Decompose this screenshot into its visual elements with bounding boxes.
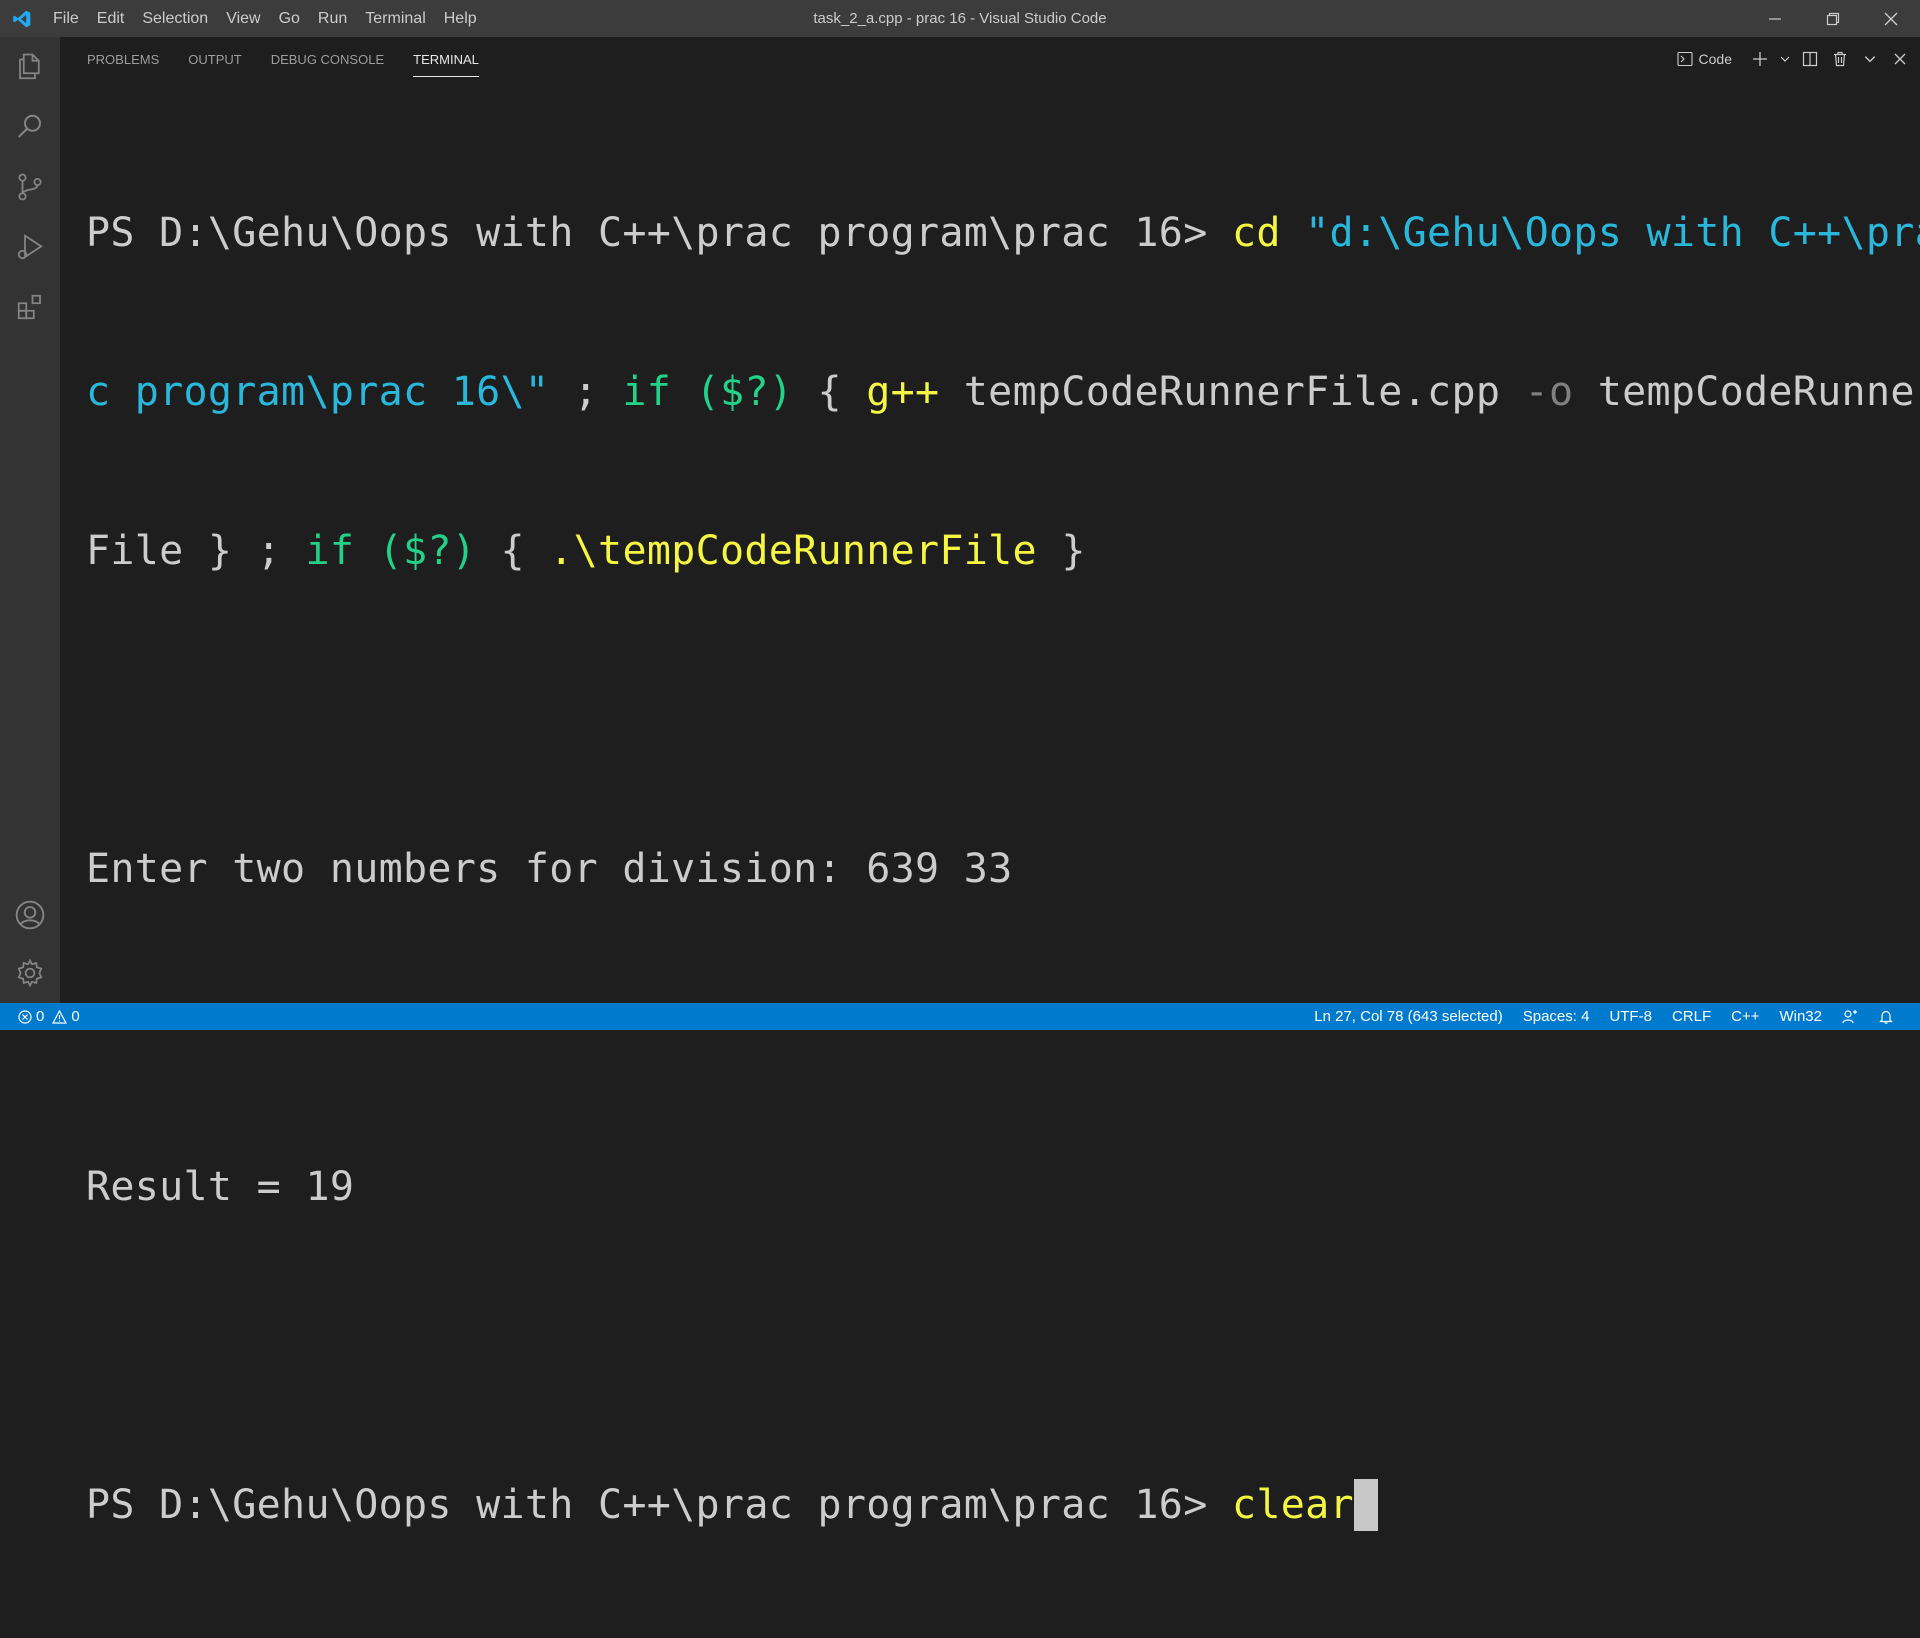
accounts-icon[interactable] <box>0 885 60 945</box>
brace-text: } <box>1036 528 1086 574</box>
terminal-line: PS D:\Gehu\Oops with C++\prac program\pr… <box>86 207 1920 260</box>
tab-debug-console[interactable]: DEBUG CONSOLE <box>271 37 384 81</box>
search-icon[interactable] <box>0 97 60 157</box>
if-keyword: if <box>622 369 672 415</box>
minimize-button[interactable] <box>1746 0 1804 37</box>
separator-text: ; <box>549 369 623 415</box>
feedback-icon[interactable] <box>1832 1009 1868 1025</box>
tab-output[interactable]: OUTPUT <box>188 37 241 81</box>
menu-terminal[interactable]: Terminal <box>356 0 434 37</box>
status-bar-right: Ln 27, Col 78 (643 selected) Spaces: 4 U… <box>1304 1003 1904 1030</box>
close-panel-icon[interactable] <box>1888 47 1912 71</box>
terminal-selector-label: Code <box>1698 51 1732 67</box>
encoding-status[interactable]: UTF-8 <box>1599 1003 1662 1030</box>
panel: PROBLEMS OUTPUT DEBUG CONSOLE TERMINAL C… <box>60 37 1920 1531</box>
terminal-line: Result = 19 <box>86 1164 355 1210</box>
terminal-line: PS D:\Gehu\Oops with C++\prac program\pr… <box>86 1479 1916 1532</box>
platform-status[interactable]: Win32 <box>1769 1003 1832 1030</box>
window-controls <box>1746 0 1920 37</box>
title-bar: File Edit Selection View Go Run Terminal… <box>0 0 1920 37</box>
output-flag: -o <box>1524 369 1574 415</box>
restore-button[interactable] <box>1804 0 1862 37</box>
menu-edit[interactable]: Edit <box>88 0 134 37</box>
menu-selection[interactable]: Selection <box>133 0 217 37</box>
trash-icon[interactable] <box>1828 47 1852 71</box>
close-window-button[interactable] <box>1862 0 1920 37</box>
tab-terminal[interactable]: TERMINAL <box>413 37 479 81</box>
gpp-command: g++ <box>866 369 940 415</box>
explorer-icon[interactable] <box>0 37 60 97</box>
panel-actions: Code <box>1676 37 1912 81</box>
eol-status[interactable]: CRLF <box>1662 1003 1721 1030</box>
run-debug-icon[interactable] <box>0 217 60 277</box>
terminal-output[interactable]: PS D:\Gehu\Oops with C++\prac program\pr… <box>86 101 1920 1638</box>
menu-view[interactable]: View <box>217 0 269 37</box>
terminal-icon <box>1676 51 1693 67</box>
output-name-part: tempCodeRunner <box>1573 369 1920 415</box>
terminal-selector[interactable]: Code <box>1676 51 1732 67</box>
tab-problems[interactable]: PROBLEMS <box>87 37 159 81</box>
problems-status[interactable]: 0 0 <box>0 1008 80 1025</box>
typed-command: clear <box>1231 1482 1354 1528</box>
error-count: 0 <box>36 1008 45 1025</box>
vscode-logo-icon <box>0 0 44 37</box>
split-terminal-icon[interactable] <box>1798 47 1822 71</box>
chevron-down-icon[interactable] <box>1778 47 1792 71</box>
terminal-cursor <box>1353 1479 1378 1531</box>
output-name-part: File } ; <box>86 528 306 574</box>
prompt-text: PS D:\Gehu\Oops with C++\prac program\pr… <box>86 210 1232 256</box>
source-file-text: tempCodeRunnerFile.cpp <box>939 369 1525 415</box>
status-variable: ($?) <box>695 369 794 415</box>
activity-bar <box>0 37 60 1003</box>
menu-run[interactable]: Run <box>309 0 356 37</box>
warning-count: 0 <box>71 1008 80 1025</box>
language-mode[interactable]: C++ <box>1721 1003 1769 1030</box>
manage-gear-icon[interactable] <box>0 943 60 1003</box>
menu-help[interactable]: Help <box>435 0 486 37</box>
run-exe-command: .\tempCodeRunnerFile <box>549 528 1037 574</box>
error-icon <box>18 1009 32 1024</box>
terminal-line: Enter two numbers for division: 639 33 <box>86 846 1013 892</box>
source-control-icon[interactable] <box>0 157 60 217</box>
cd-path-part: "d:\Gehu\Oops with C++\pra <box>1305 210 1920 256</box>
new-terminal-plus-icon[interactable] <box>1748 47 1772 71</box>
brace-text: { <box>476 528 550 574</box>
if-keyword: if <box>305 528 355 574</box>
cursor-position[interactable]: Ln 27, Col 78 (643 selected) <box>1304 1003 1512 1030</box>
prompt-text: PS D:\Gehu\Oops with C++\prac program\pr… <box>86 1482 1232 1528</box>
terminal-line: File } ; if ($?) { .\tempCodeRunnerFile … <box>86 525 1916 578</box>
warning-icon <box>52 1009 68 1024</box>
terminal-line: c program\prac 16\" ; if ($?) { g++ temp… <box>86 366 1920 419</box>
status-variable: ($?) <box>378 528 477 574</box>
panel-tabs: PROBLEMS OUTPUT DEBUG CONSOLE TERMINAL <box>60 37 508 81</box>
maximize-panel-icon[interactable] <box>1858 47 1882 71</box>
extensions-icon[interactable] <box>0 277 60 337</box>
indentation-status[interactable]: Spaces: 4 <box>1513 1003 1600 1030</box>
cd-command: cd <box>1231 210 1281 256</box>
menu-file[interactable]: File <box>44 0 88 37</box>
cd-path-part: c program\prac 16\" <box>86 369 550 415</box>
status-bar: 0 0 Ln 27, Col 78 (643 selected) Spaces:… <box>0 1003 1920 1030</box>
menu-bar: File Edit Selection View Go Run Terminal… <box>44 0 486 37</box>
brace-text: { <box>793 369 867 415</box>
menu-go[interactable]: Go <box>270 0 309 37</box>
notifications-bell-icon[interactable] <box>1868 1009 1904 1025</box>
